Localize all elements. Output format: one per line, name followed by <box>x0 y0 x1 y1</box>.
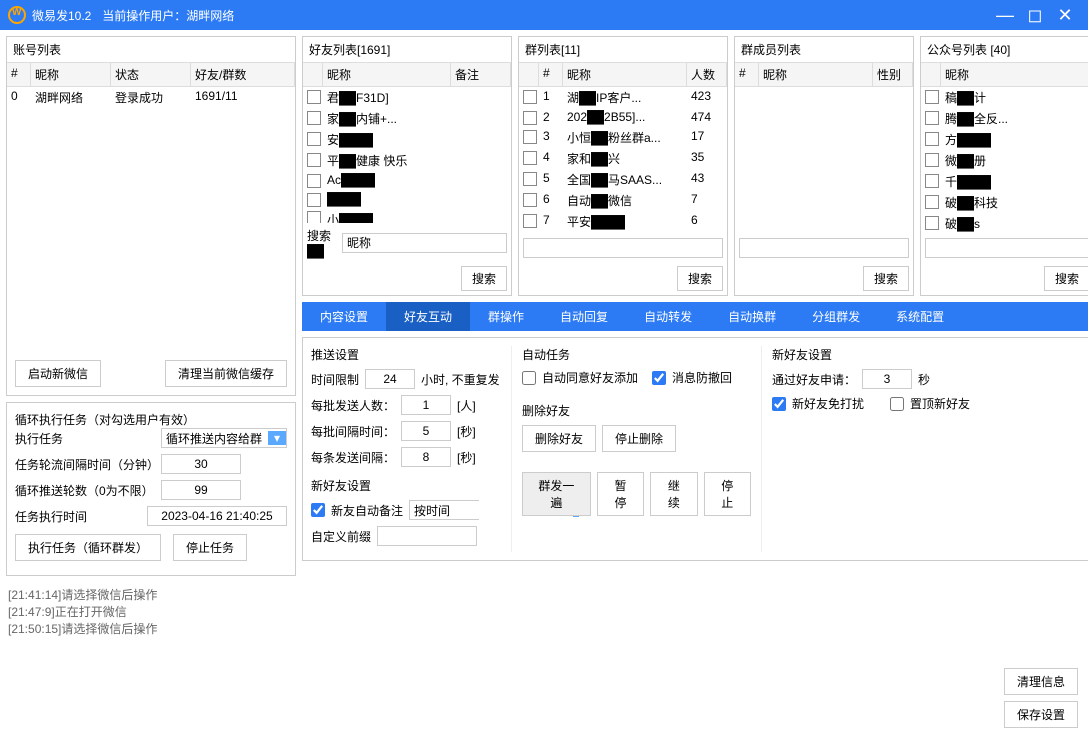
group-row[interactable]: 6自动██微信7 <box>519 190 727 211</box>
clear-cache-button[interactable]: 清理当前微信缓存 <box>165 360 287 387</box>
friend-row[interactable]: 安████ <box>303 129 511 150</box>
friend-row[interactable]: 小████ <box>303 209 511 223</box>
official-row[interactable]: 千████ <box>921 171 1088 192</box>
friends-search-button[interactable]: 搜索 <box>461 266 507 291</box>
friend-row[interactable]: 平██健康 快乐 <box>303 150 511 171</box>
tab-1[interactable]: 好友互动 <box>386 302 470 331</box>
pin-checkbox[interactable] <box>890 397 904 411</box>
accounts-panel: 账号列表 # 昵称 状态 好友/群数 0 湖畔网络 登录成功 1691/11 启… <box>6 36 296 396</box>
delete-friend-button[interactable]: 删除好友 <box>522 425 596 452</box>
auto-remark-checkbox[interactable] <box>311 503 325 517</box>
titlebar: 微易发10.2 当前操作用户：湖畔网络 — ◻ ✕ <box>0 0 1088 30</box>
stop-button[interactable]: 停止 <box>704 472 751 516</box>
chevron-down-icon[interactable]: ▾ <box>268 431 286 445</box>
loop-time-input[interactable] <box>147 506 287 526</box>
official-row[interactable]: 腾██全反... <box>921 108 1088 129</box>
official-search-button[interactable]: 搜索 <box>1044 266 1088 291</box>
app-title: 微易发10.2 当前操作用户：湖畔网络 <box>32 7 234 24</box>
official-row[interactable]: 方████ <box>921 129 1088 150</box>
members-search-button[interactable]: 搜索 <box>863 266 909 291</box>
loop-rounds-input[interactable] <box>161 480 241 500</box>
pause-button[interactable]: 暂停 <box>597 472 644 516</box>
group-row[interactable]: 3小恒██粉丝群a...17 <box>519 127 727 148</box>
official-panel: 公众号列表 [40] 昵称 稿██计腾██全反...方████微██册千████… <box>920 36 1088 296</box>
group-row[interactable]: 7平安████6 <box>519 211 727 232</box>
loop-interval-input[interactable] <box>161 454 241 474</box>
friends-panel: 好友列表[1691] 昵称备注 君██F31D]家██内铺+...安████平█… <box>302 36 512 296</box>
friend-row[interactable]: Ac████ <box>303 171 511 190</box>
apply-delay-input[interactable] <box>862 369 912 389</box>
tab-6[interactable]: 分组群发 <box>794 302 878 331</box>
official-row[interactable]: 稿██计 <box>921 87 1088 108</box>
official-row[interactable]: 破██科技 <box>921 192 1088 213</box>
auto-accept-checkbox[interactable] <box>522 371 536 385</box>
remark-mode-dropdown[interactable]: ▾ <box>409 500 479 520</box>
account-row[interactable]: 0 湖畔网络 登录成功 1691/11 <box>7 87 295 108</box>
group-row[interactable]: 2202██2B55]...474 <box>519 108 727 127</box>
resume-button[interactable]: 继续 <box>650 472 697 516</box>
official-row[interactable]: 破██s <box>921 213 1088 234</box>
app-logo <box>8 6 26 24</box>
msg-interval-input[interactable] <box>401 447 451 467</box>
nodisturb-checkbox[interactable] <box>772 397 786 411</box>
stop-delete-button[interactable]: 停止删除 <box>602 425 676 452</box>
prefix-input[interactable] <box>377 526 477 546</box>
log-area: [21:41:14]请选择微信后操作[21:47:9]正在打开微信[21:50:… <box>0 582 1088 641</box>
time-limit-input[interactable] <box>365 369 415 389</box>
members-search-input[interactable] <box>739 238 909 258</box>
batch-interval-input[interactable] <box>401 421 451 441</box>
official-search-input[interactable] <box>925 238 1088 258</box>
groups-panel: 群列表[11] #昵称人数 1湖██IP客户...4232202██2B55].… <box>518 36 728 296</box>
close-button[interactable]: ✕ <box>1050 0 1080 30</box>
anti-recall-checkbox[interactable] <box>652 371 666 385</box>
official-row[interactable]: 微██册 <box>921 150 1088 171</box>
tab-2[interactable]: 群操作 <box>470 302 542 331</box>
tab-3[interactable]: 自动回复 <box>542 302 626 331</box>
settings-area: 推送设置 时间限制小时, 不重复发 每批发送人数：[人] 每批间隔时间：[秒] … <box>302 337 1088 561</box>
send-once-button[interactable]: 群发一遍 <box>522 472 591 516</box>
tabbar: 内容设置好友互动群操作自动回复自动转发自动换群分组群发系统配置 <box>302 302 1088 331</box>
tab-0[interactable]: 内容设置 <box>302 302 386 331</box>
clear-info-button[interactable]: 清理信息 <box>1004 668 1078 695</box>
tab-5[interactable]: 自动换群 <box>710 302 794 331</box>
stop-loop-button[interactable]: 停止任务 <box>173 534 247 561</box>
friends-search-input[interactable] <box>342 233 507 253</box>
groups-search-button[interactable]: 搜索 <box>677 266 723 291</box>
groups-search-input[interactable] <box>523 238 723 258</box>
friend-row[interactable]: 家██内铺+... <box>303 108 511 129</box>
maximize-button[interactable]: ◻ <box>1020 0 1050 30</box>
batch-count-input[interactable] <box>401 395 451 415</box>
start-wechat-button[interactable]: 启动新微信 <box>15 360 101 387</box>
friend-row[interactable]: 君██F31D] <box>303 87 511 108</box>
tab-7[interactable]: 系统配置 <box>878 302 962 331</box>
group-row[interactable]: 4家和██兴35 <box>519 148 727 169</box>
members-panel: 群成员列表 #昵称性别 搜索 <box>734 36 914 296</box>
group-row[interactable]: 5全国██马SAAS...43 <box>519 169 727 190</box>
accounts-title: 账号列表 <box>7 37 295 62</box>
exec-loop-button[interactable]: 执行任务（循环群发） <box>15 534 161 561</box>
group-row[interactable]: 1湖██IP客户...423 <box>519 87 727 108</box>
loop-task-dropdown[interactable]: ▾ <box>161 428 287 448</box>
save-settings-button[interactable]: 保存设置 <box>1004 701 1078 728</box>
loop-panel: 循环执行任务（对勾选用户有效） 执行任务 ▾ 任务轮流间隔时间（分钟） 循环推送… <box>6 402 296 576</box>
tab-4[interactable]: 自动转发 <box>626 302 710 331</box>
minimize-button[interactable]: — <box>990 0 1020 30</box>
friend-row[interactable]: ████ <box>303 190 511 209</box>
